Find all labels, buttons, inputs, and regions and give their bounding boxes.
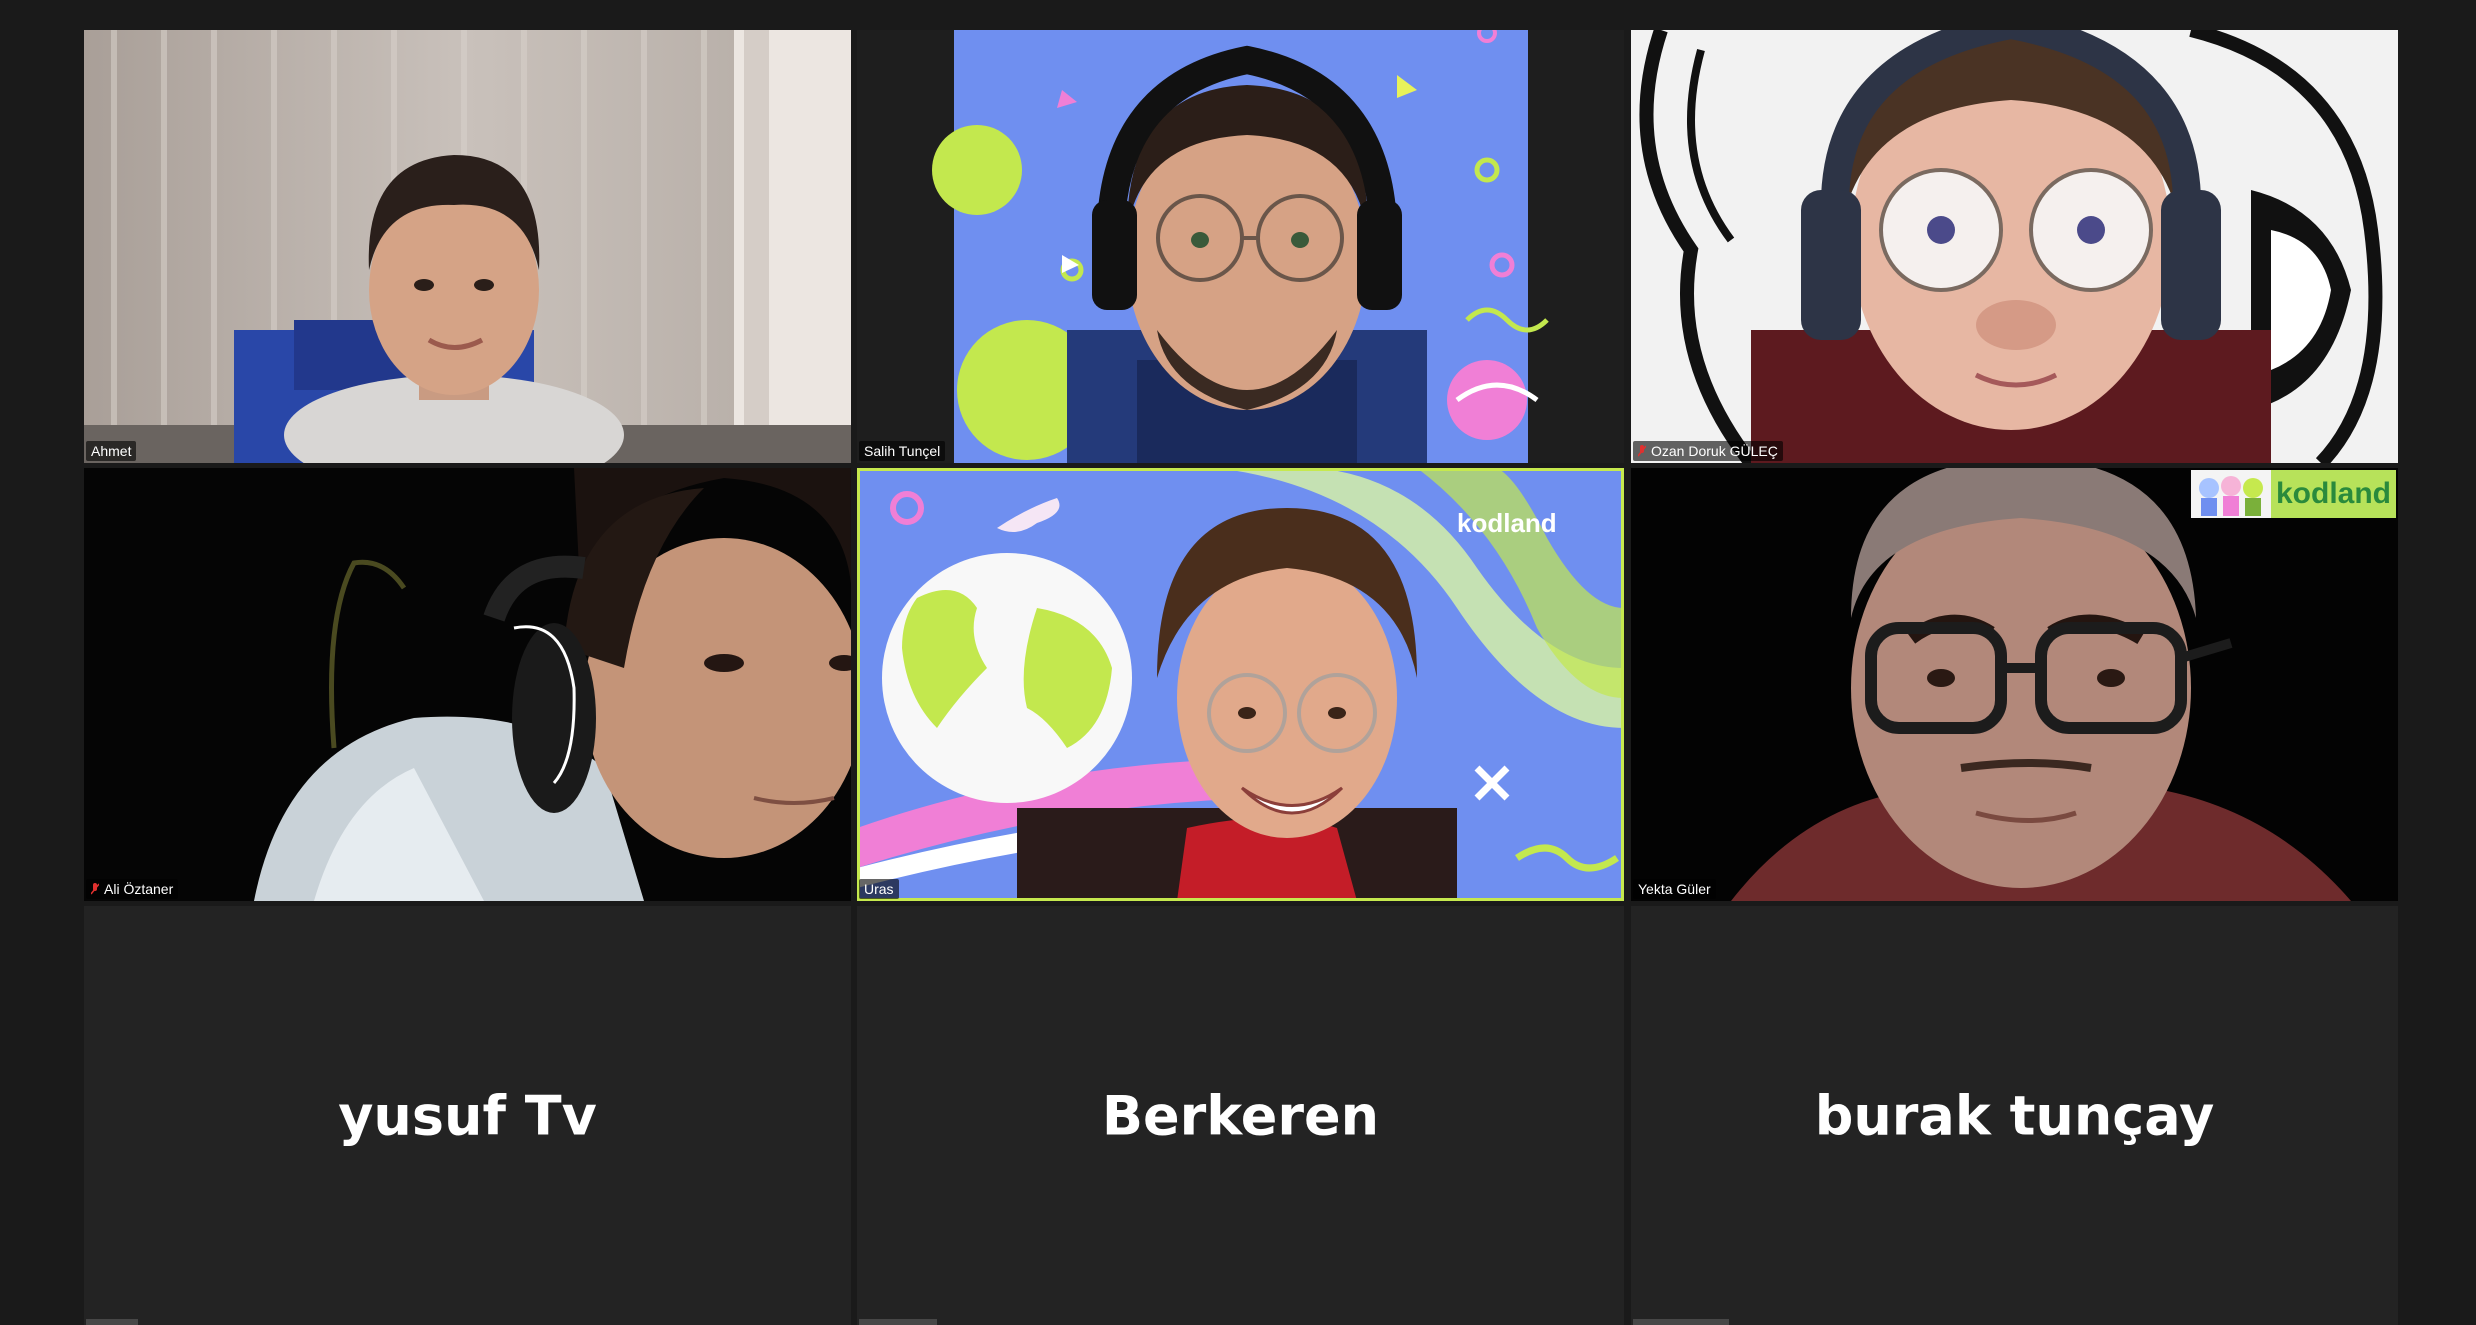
video-feed-yekta [1631, 468, 2398, 901]
kodland-mascots-icon [2191, 470, 2271, 518]
participant-tile-yusuf[interactable]: yusuf Tv [84, 906, 851, 1325]
participant-tile-ozan[interactable]: Ozan Doruk GÜLEÇ [1631, 30, 2398, 463]
participant-name: Yekta Güler [1638, 881, 1711, 897]
participant-name-tag: Salih Tunçel [859, 441, 946, 461]
participant-display-name: Berkeren [1101, 1084, 1380, 1147]
participant-name-tag: Ali Öztaner [86, 879, 179, 899]
participant-name: Ozan Doruk GÜLEÇ [1651, 443, 1778, 459]
participant-tile-berkeren[interactable]: Berkeren [857, 906, 1624, 1325]
participant-name-tag [86, 1319, 138, 1325]
video-feed-ali [84, 468, 851, 901]
participant-name-tag: Ahmet [86, 441, 137, 461]
participant-name: Uras [864, 881, 894, 897]
participant-name: Salih Tunçel [864, 443, 941, 459]
participant-name-tag: Yekta Güler [1633, 879, 1716, 899]
participant-name: Ahmet [91, 443, 132, 459]
video-feed-ozan [1631, 30, 2398, 463]
participant-tile-yekta[interactable]: kodland Yekta Güler [1631, 468, 2398, 901]
participant-tile-burak[interactable]: burak tunçay [1631, 906, 2398, 1325]
video-gallery: Ahmet Salih Tunçel Ozan Doruk GÜLEÇ Ali … [0, 0, 2476, 1325]
participant-name: Ali Öztaner [104, 881, 174, 897]
muted-mic-icon [91, 883, 99, 895]
participant-name-tag [859, 1319, 937, 1325]
muted-mic-icon [1638, 445, 1646, 457]
participant-name-tag: Uras [859, 879, 899, 899]
participant-tile-ali[interactable]: Ali Öztaner [84, 468, 851, 901]
video-feed-ahmet [84, 30, 851, 463]
participant-tile-salih[interactable]: Salih Tunçel [857, 30, 1624, 463]
participant-display-name: yusuf Tv [338, 1084, 597, 1147]
video-feed-salih [857, 30, 1624, 463]
participant-name-tag: Ozan Doruk GÜLEÇ [1633, 441, 1783, 461]
participant-tile-ahmet[interactable]: Ahmet [84, 30, 851, 463]
participant-display-name: burak tunçay [1814, 1084, 2215, 1147]
kodland-logo: kodland [1457, 508, 1557, 538]
participant-tile-uras[interactable]: kodland Uras [857, 468, 1624, 901]
participant-name-tag [1633, 1319, 1729, 1325]
kodland-badge: kodland [2271, 470, 2396, 518]
